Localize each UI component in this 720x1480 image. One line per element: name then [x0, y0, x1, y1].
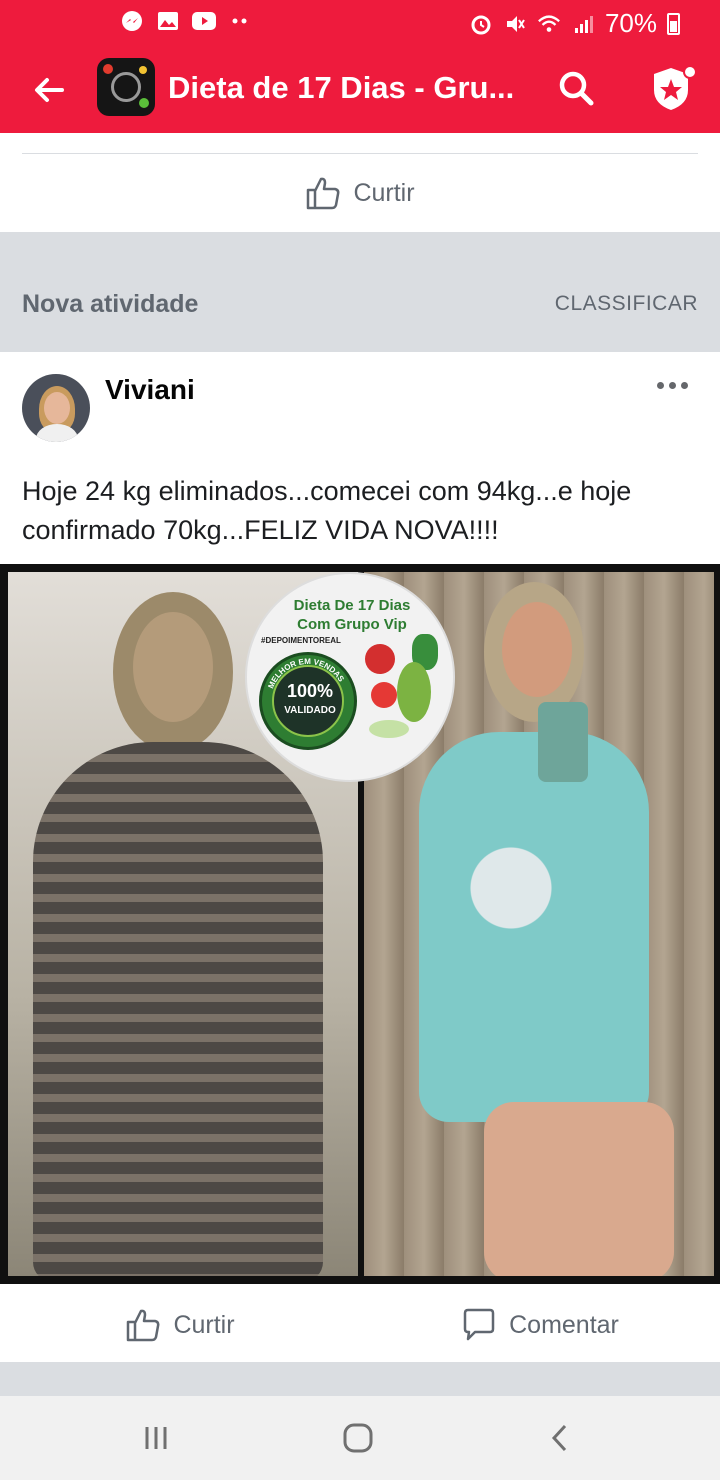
- promo-badge: Dieta De 17 Dias Com Grupo Vip #DEPOIMEN…: [245, 572, 455, 782]
- comment-label: Comentar: [509, 1310, 619, 1339]
- home-icon[interactable]: [338, 1418, 378, 1458]
- post-card: Viviani Hoje 24 kg eliminados...comecei …: [0, 352, 720, 1362]
- youtube-icon: [192, 10, 216, 32]
- comment-button[interactable]: Comentar: [360, 1288, 720, 1362]
- like-button[interactable]: Curtir: [0, 1288, 360, 1362]
- post-actions: Curtir Comentar: [0, 1288, 720, 1362]
- more-dots-icon: [228, 10, 252, 32]
- like-icon: [127, 1309, 160, 1342]
- shield-badge-icon[interactable]: [650, 64, 697, 114]
- mute-icon: [503, 13, 527, 35]
- badge-title: Dieta De 17 Dias Com Grupo Vip: [293, 597, 411, 633]
- status-right-icons: 70%: [469, 8, 680, 39]
- back-nav-icon[interactable]: [540, 1418, 580, 1458]
- gallery-icon: [156, 10, 180, 32]
- avatar[interactable]: [22, 374, 90, 442]
- group-title[interactable]: Dieta de 17 Dias - Gru...: [168, 70, 518, 106]
- top-bar: 70% Dieta de 17 Dias - Gru...: [0, 0, 720, 133]
- like-icon: [307, 177, 340, 210]
- seal-percent: 100%: [286, 681, 334, 701]
- status-left-icons: [120, 10, 252, 32]
- post-author[interactable]: Viviani: [105, 374, 195, 406]
- comment-icon: [463, 1308, 495, 1341]
- status-bar: 70%: [0, 0, 720, 46]
- post-text: Hoje 24 kg eliminados...comecei com 94kg…: [22, 476, 632, 545]
- signal-icon: [571, 13, 595, 35]
- feed-separator: [0, 1362, 720, 1396]
- screen: 70% Dieta de 17 Dias - Gru... Curtir Nov…: [0, 0, 720, 1480]
- messenger-icon: [120, 10, 144, 32]
- like-label: Curtir: [173, 1310, 235, 1339]
- previous-post-like-button[interactable]: Curtir: [0, 154, 720, 232]
- validated-seal: MELHOR EM VENDAS 100% VALIDADO: [259, 652, 357, 750]
- seal-text: VALIDADO: [284, 705, 336, 716]
- alarm-icon: [469, 13, 493, 35]
- wifi-icon: [537, 13, 561, 35]
- like-label: Curtir: [353, 178, 415, 207]
- sort-button[interactable]: CLASSIFICAR: [555, 292, 698, 316]
- post-photo[interactable]: Dieta De 17 Dias Com Grupo Vip #DEPOIMEN…: [0, 564, 720, 1284]
- search-icon[interactable]: [556, 68, 596, 108]
- more-options-icon[interactable]: [657, 382, 688, 389]
- app-bar: Dieta de 17 Dias - Gru...: [0, 46, 720, 133]
- section-title: Nova atividade: [22, 290, 199, 318]
- recent-apps-icon[interactable]: [136, 1418, 176, 1458]
- back-arrow-icon[interactable]: [30, 70, 70, 110]
- badge-tag: #DEPOIMENTOREAL: [261, 636, 341, 645]
- activity-section-header: Nova atividade CLASSIFICAR: [0, 232, 720, 352]
- system-nav-bar: [0, 1396, 720, 1480]
- battery-icon: [667, 12, 680, 35]
- group-avatar-icon[interactable]: [97, 58, 155, 116]
- battery-percent: 70%: [604, 8, 657, 38]
